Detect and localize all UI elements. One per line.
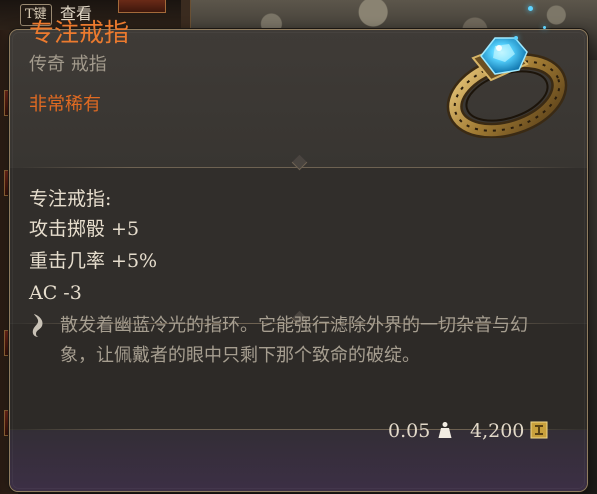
item-weight: 0.05	[388, 420, 431, 442]
item-type: 传奇 戒指	[29, 54, 107, 75]
sparkle	[543, 26, 546, 29]
item-description: 散发着幽蓝冷光的指环。它能强行滤除外界的一切杂音与幻象，让佩戴者的眼中只剩下那个…	[60, 315, 528, 366]
weight-icon	[438, 422, 452, 438]
stat-line: 攻击掷骰 +5	[29, 218, 140, 240]
sparkle	[514, 36, 518, 40]
sparkle	[528, 6, 533, 11]
sapphire-ring-icon	[446, 37, 568, 138]
stat-line: AC -3	[29, 282, 82, 304]
hud-frame	[181, 0, 191, 30]
item-name: 专注戒指	[29, 18, 130, 47]
hud-button[interactable]	[118, 0, 166, 13]
quote-mark-icon	[32, 314, 43, 337]
stat-line: 重击几率 +5%	[29, 250, 158, 272]
item-price: 4,200	[470, 420, 525, 442]
stats-header: 专注戒指:	[29, 188, 112, 210]
item-rarity: 非常稀有	[29, 94, 101, 115]
gold-coin-icon	[530, 421, 548, 439]
